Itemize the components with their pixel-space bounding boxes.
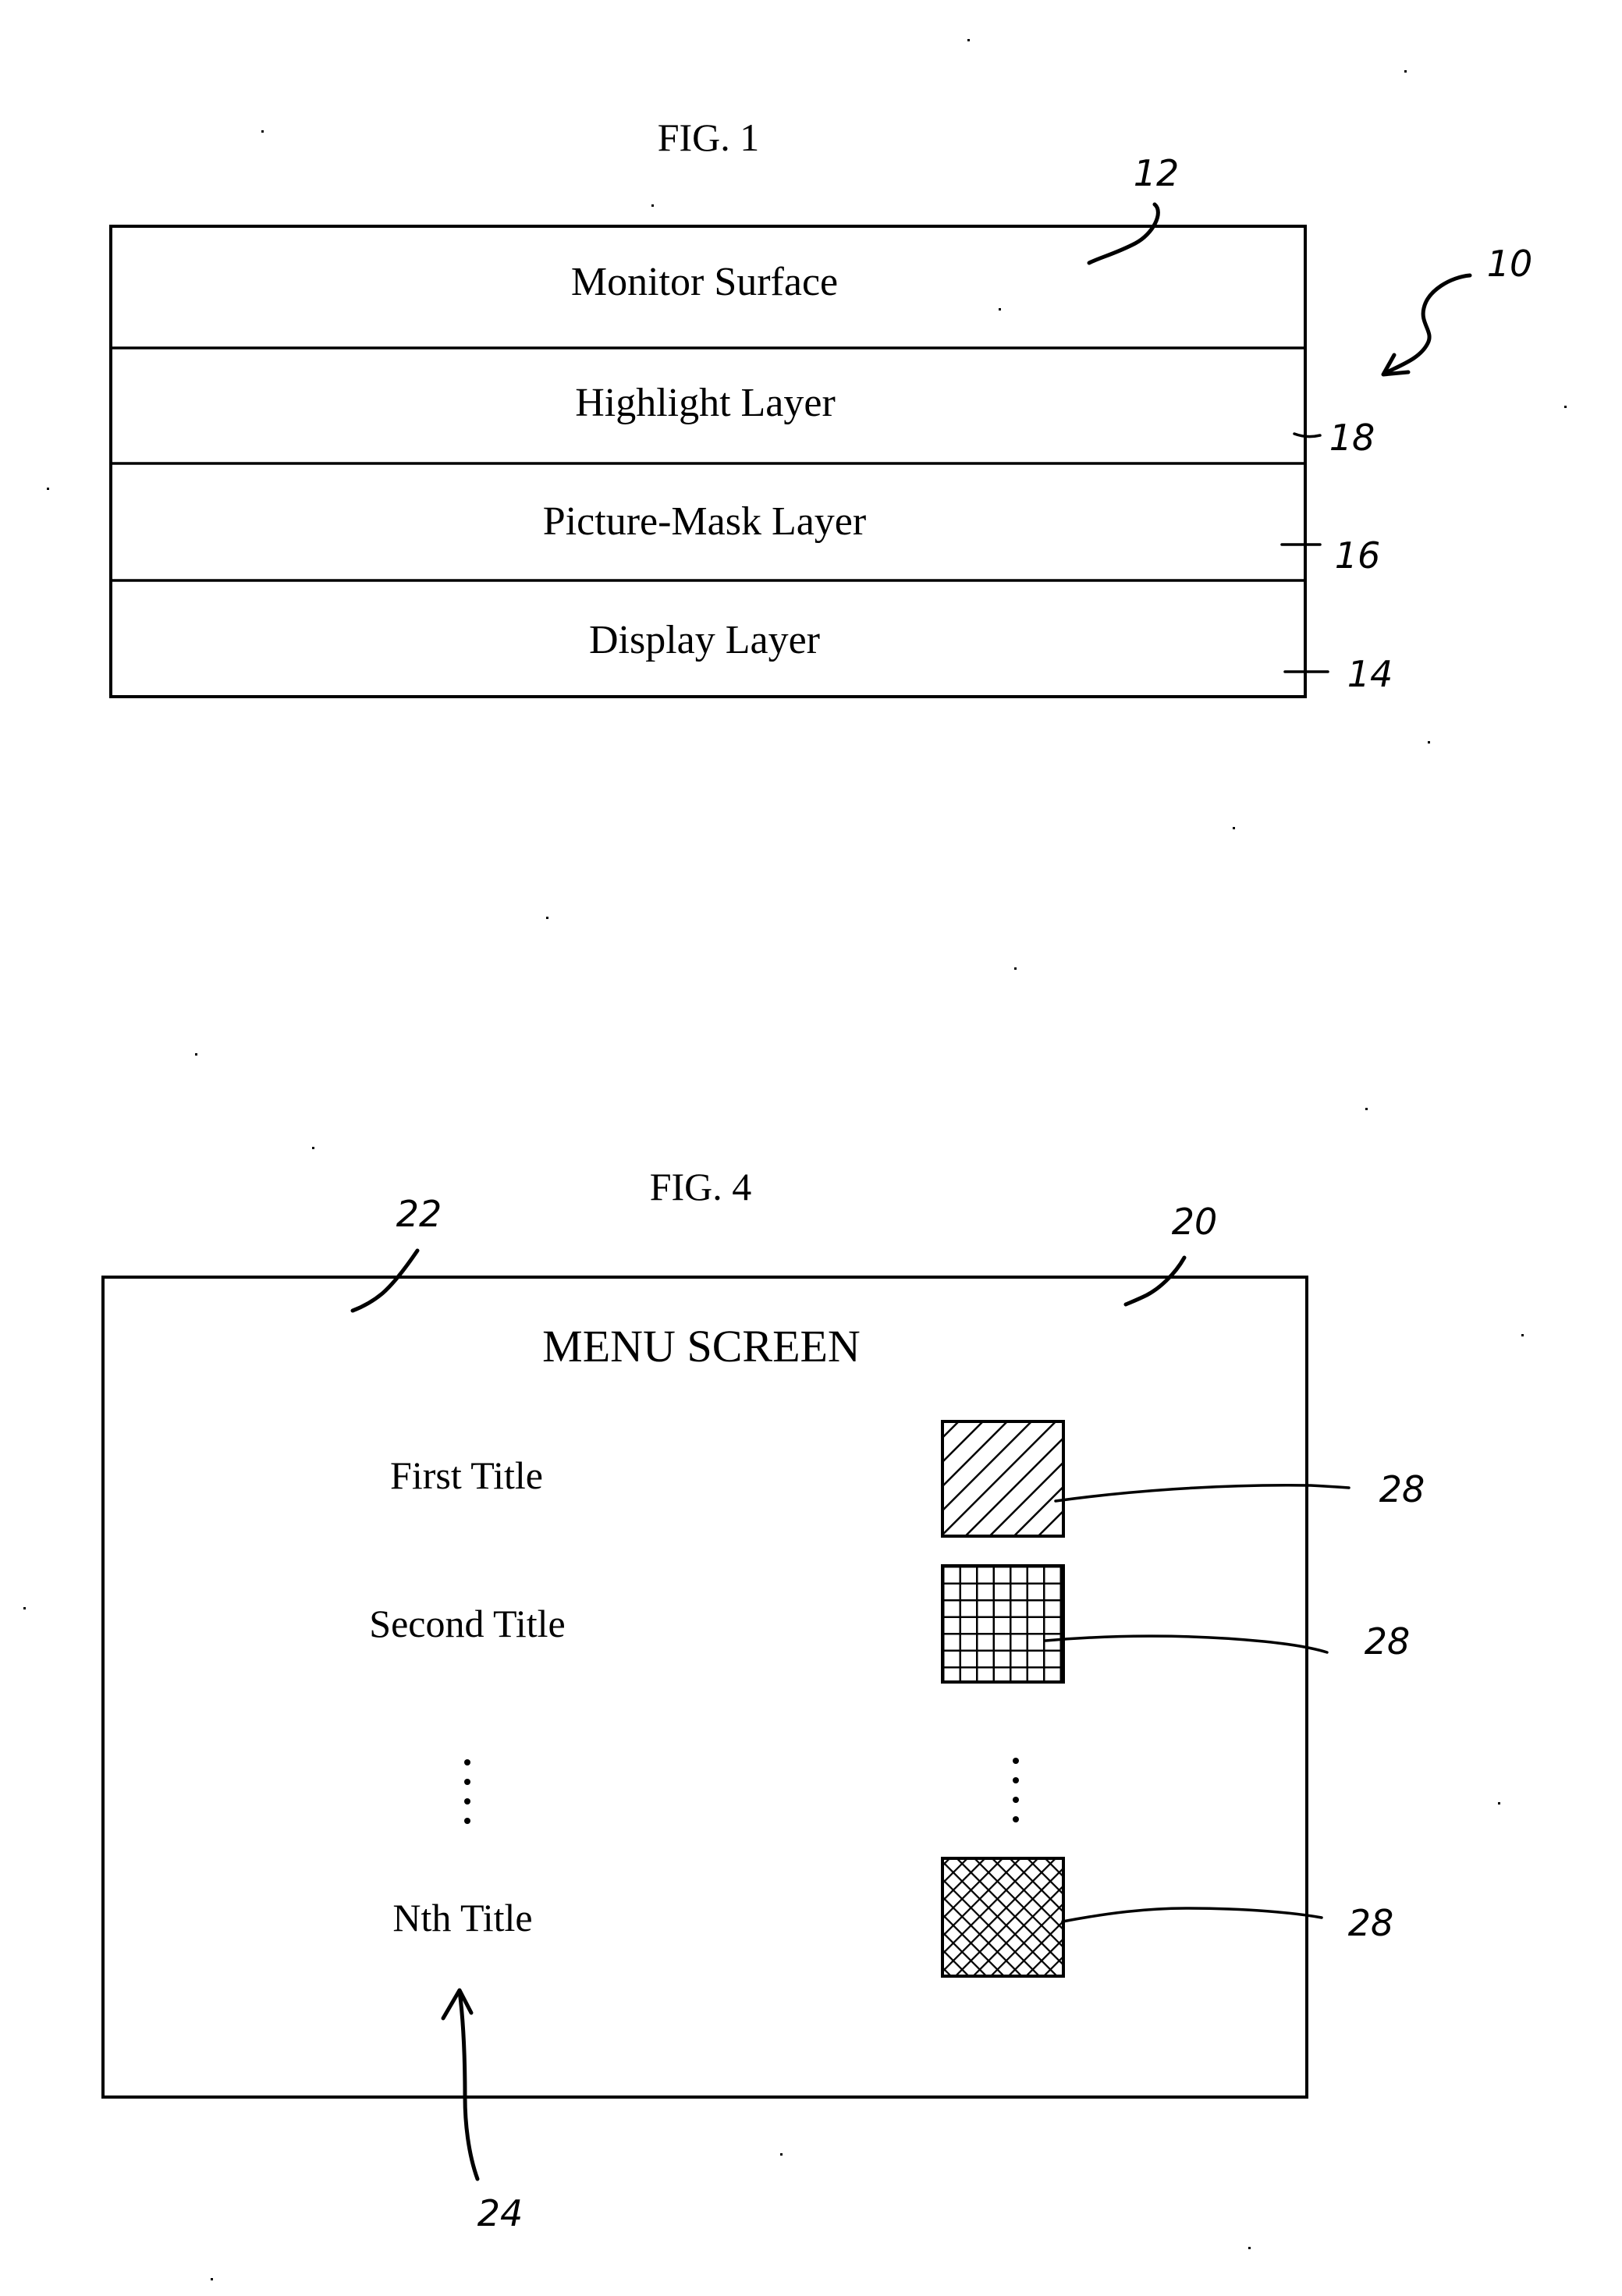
ref-number: 16	[1335, 534, 1381, 577]
ref-number: 20	[1172, 1201, 1218, 1243]
ref-12-callout: 12	[1087, 152, 1180, 265]
figure-1-title: FIG. 1	[658, 115, 760, 159]
ref-16-callout: 16	[1280, 534, 1381, 577]
figure-1: FIG. 1 Monitor Surface Highlight Layer P…	[109, 115, 1533, 698]
diagonal-hatch-button[interactable]	[941, 1420, 1065, 1538]
highlight-button-n[interactable]	[941, 1857, 1065, 1978]
ellipsis-dot	[1013, 1797, 1019, 1803]
ref-number: 28	[1348, 1902, 1394, 1944]
ref-28-callout-3: 28	[1061, 1902, 1394, 1944]
leader-line	[1044, 1634, 1329, 1654]
menu-screen-frame	[101, 1276, 1308, 2099]
ref-28-callout-1: 28	[1054, 1468, 1425, 1510]
ellipsis-dot	[1013, 1777, 1019, 1783]
squiggle-arrow	[1382, 273, 1472, 376]
patent-drawing-sheet: FIG. 1 Monitor Surface Highlight Layer P…	[23, 39, 1567, 2280]
arrowhead-icon	[441, 1988, 474, 2021]
layer-highlight: Highlight Layer	[575, 381, 836, 425]
layer-stack: Monitor Surface Highlight Layer Picture-…	[109, 225, 1307, 698]
leader-arrow	[457, 1989, 480, 2181]
ref-number: 28	[1365, 1620, 1411, 1663]
ref-22-callout: 22	[350, 1193, 442, 1313]
ref-number: 18	[1329, 417, 1375, 459]
menu-screen-title: MENU SCREEN	[542, 1321, 861, 1372]
leader-line	[1061, 1907, 1323, 1923]
ref-number: 28	[1379, 1468, 1425, 1510]
ref-10-callout: 10	[1381, 243, 1533, 377]
menu-item-nth-title[interactable]: Nth Title	[392, 1896, 532, 1939]
ref-number: 10	[1487, 243, 1533, 285]
grid-hatch-button[interactable]	[941, 1564, 1065, 1684]
leader-line	[1087, 202, 1160, 265]
ref-14-callout: 14	[1283, 653, 1393, 695]
ref-20-callout: 20	[1123, 1201, 1218, 1307]
ref-number: 12	[1134, 152, 1180, 194]
leader-line	[350, 1248, 420, 1313]
tick-mark	[1293, 432, 1322, 438]
ref-24-callout: 24	[441, 1988, 524, 2234]
buttons-ellipsis	[1013, 1758, 1019, 1822]
ref-number: 22	[396, 1193, 442, 1235]
leader-line	[1123, 1255, 1187, 1307]
figure-4: FIG. 4 MENU SCREEN First Title Second Ti…	[101, 1165, 1425, 2234]
highlight-button-1[interactable]	[941, 1420, 1065, 1538]
ref-28-callout-2: 28	[1044, 1620, 1411, 1663]
highlight-button-2[interactable]	[941, 1564, 1065, 1684]
menu-item-second-title[interactable]: Second Title	[369, 1602, 565, 1645]
layer-monitor-surface: Monitor Surface	[571, 260, 838, 304]
ellipsis-dot	[464, 1779, 470, 1785]
ref-number: 14	[1347, 653, 1393, 695]
menu-item-first-title[interactable]: First Title	[390, 1453, 543, 1497]
ref-number: 24	[477, 2192, 524, 2234]
figure-4-title: FIG. 4	[650, 1165, 752, 1208]
ellipsis-dot	[464, 1818, 470, 1824]
layer-display: Display Layer	[589, 618, 820, 662]
layer-picture-mask: Picture-Mask Layer	[543, 499, 866, 544]
leader-line	[1054, 1484, 1350, 1503]
ellipsis-dot	[464, 1759, 470, 1765]
scan-noise	[23, 39, 1567, 2280]
titles-ellipsis	[464, 1759, 470, 1824]
ellipsis-dot	[1013, 1816, 1019, 1822]
crosshatch-button[interactable]	[941, 1857, 1065, 1978]
ellipsis-dot	[1013, 1758, 1019, 1764]
ellipsis-dot	[464, 1798, 470, 1805]
